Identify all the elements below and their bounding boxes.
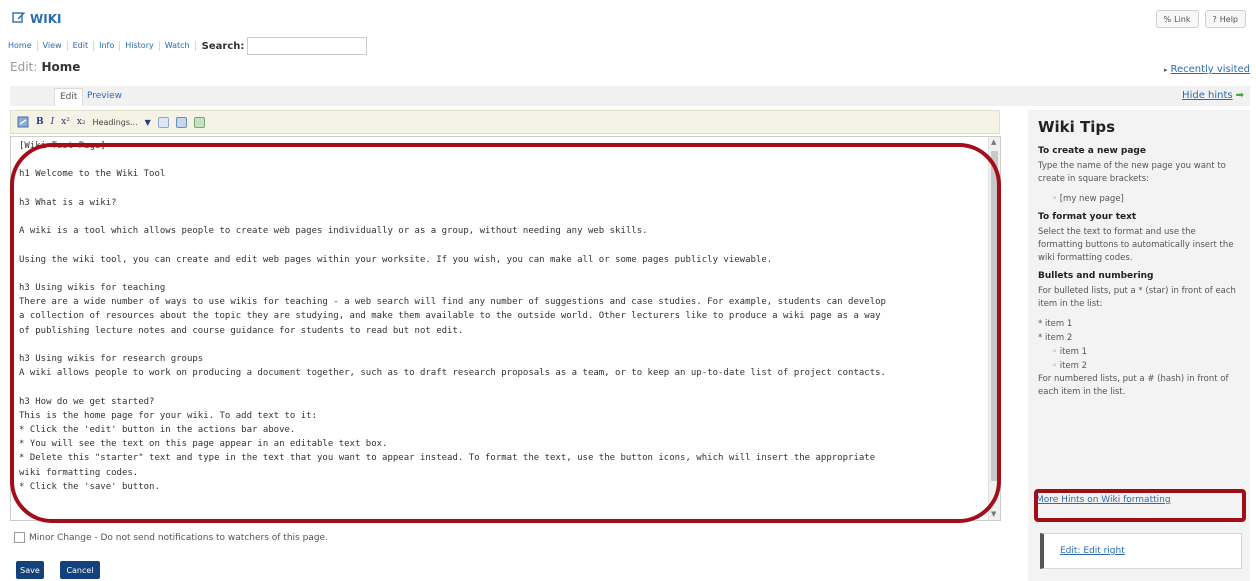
- wiki-tips-panel: Wiki Tips To create a new page Type the …: [1028, 110, 1250, 581]
- editor-tabs-bar: Edit Preview Hide hints ➡: [10, 86, 1250, 106]
- chevron-down-icon[interactable]: ▼: [145, 118, 151, 127]
- minor-change-option[interactable]: Minor Change - Do not send notifications…: [14, 532, 328, 543]
- tips-new-page-example-text: [my new page]: [1059, 194, 1124, 204]
- search-label: Search:: [201, 40, 245, 52]
- hide-hints-label: Hide hints: [1182, 90, 1233, 101]
- toolbar-edit-link[interactable]: Edit: [68, 41, 95, 51]
- tips-new-page-heading: To create a new page: [1038, 146, 1146, 156]
- page-title: Edit: Home: [10, 60, 80, 74]
- link-icon: %: [1163, 14, 1172, 24]
- app-title-text: WIKI: [30, 11, 62, 26]
- hide-hints-link[interactable]: Hide hints ➡: [1182, 90, 1244, 101]
- toolbar-history-link[interactable]: History: [120, 41, 160, 51]
- tips-subitem-2-text: item 2: [1059, 361, 1088, 371]
- help-button-label: Help: [1219, 14, 1238, 24]
- image-icon[interactable]: [175, 116, 187, 128]
- recently-visited-label: Recently visited: [1170, 64, 1250, 75]
- more-hints-link[interactable]: More Hints on Wiki formatting: [1036, 495, 1171, 505]
- tips-item-1: * item 1: [1038, 319, 1073, 329]
- bold-button[interactable]: B: [36, 117, 44, 127]
- page-title-prefix: Edit:: [10, 60, 38, 74]
- tips-new-page-example: ◦ [my new page]: [1052, 194, 1124, 204]
- toolbar-watch-link[interactable]: Watch: [160, 41, 196, 51]
- table-icon[interactable]: [157, 116, 169, 128]
- edit-right-box: Edit: Edit right: [1040, 533, 1242, 569]
- edit-right-link[interactable]: Edit: Edit right: [1060, 546, 1125, 556]
- editor-format-toolbar: B I x² x₂ Headings... ▼: [10, 110, 1000, 134]
- app-title: WIKI: [12, 10, 61, 27]
- arrow-right-icon: ➡: [1235, 90, 1244, 101]
- editor-scrollbar[interactable]: ▲ ▼: [988, 137, 1000, 520]
- editor-content[interactable]: [Wiki Test Page] h1 Welcome to the Wiki …: [11, 137, 984, 494]
- tips-format-text: Select the text to format and use the fo…: [1038, 227, 1234, 263]
- search-input[interactable]: [247, 37, 368, 55]
- toolbar-info-link[interactable]: Info: [94, 41, 121, 51]
- superscript-button[interactable]: x²: [61, 117, 70, 127]
- wiki-toolbar: Home View Edit Info History Watch Search…: [0, 34, 368, 58]
- triangle-right-icon: ▸: [1163, 66, 1168, 74]
- tips-bullets-heading: Bullets and numbering: [1038, 271, 1154, 281]
- help-icon: ?: [1212, 14, 1217, 24]
- page-title-name: Home: [41, 60, 81, 74]
- tips-new-page-text: Type the name of the new page you want t…: [1038, 161, 1226, 184]
- scrollbar-thumb[interactable]: [991, 151, 998, 481]
- help-button[interactable]: ? Help: [1204, 10, 1246, 28]
- tips-subitem-2: ◦ item 2: [1052, 361, 1088, 371]
- edit-pencil-icon: [12, 10, 26, 27]
- wiki-editor-textarea[interactable]: [Wiki Test Page] h1 Welcome to the Wiki …: [10, 136, 1001, 521]
- tips-numbered-text: For numbered lists, put a # (hash) in fr…: [1038, 374, 1229, 397]
- scroll-up-icon[interactable]: ▲: [991, 138, 996, 146]
- tips-format-heading: To format your text: [1038, 212, 1137, 222]
- link-button[interactable]: % Link: [1155, 10, 1199, 28]
- recently-visited-link[interactable]: ▸ Recently visited: [1164, 64, 1250, 75]
- tips-title: Wiki Tips: [1038, 118, 1116, 136]
- tips-item-2: * item 2: [1038, 333, 1073, 343]
- title-row: WIKI % Link ? Help: [0, 0, 1256, 34]
- italic-button[interactable]: I: [51, 117, 55, 127]
- minor-change-checkbox[interactable]: [14, 532, 25, 543]
- scroll-down-icon[interactable]: ▼: [991, 510, 996, 518]
- insert-link-icon[interactable]: [17, 116, 29, 128]
- subscript-button[interactable]: x₂: [77, 117, 86, 127]
- link-button-label: Link: [1174, 14, 1191, 24]
- toolbar-home-link[interactable]: Home: [0, 41, 38, 51]
- tips-subitem-1-text: item 1: [1059, 347, 1088, 357]
- tips-subitem-1: ◦ item 1: [1052, 347, 1088, 357]
- attachment-icon[interactable]: [193, 116, 205, 128]
- tab-edit[interactable]: Edit: [54, 88, 84, 106]
- save-button[interactable]: Save: [16, 561, 44, 579]
- toolbar-view-link[interactable]: View: [38, 41, 68, 51]
- headings-dropdown[interactable]: Headings...: [93, 118, 138, 127]
- tips-bullets-text: For bulleted lists, put a * (star) in fr…: [1038, 286, 1236, 309]
- cancel-button[interactable]: Cancel: [60, 561, 100, 579]
- tab-preview[interactable]: Preview: [82, 88, 127, 106]
- minor-change-label: Minor Change - Do not send notifications…: [29, 532, 328, 543]
